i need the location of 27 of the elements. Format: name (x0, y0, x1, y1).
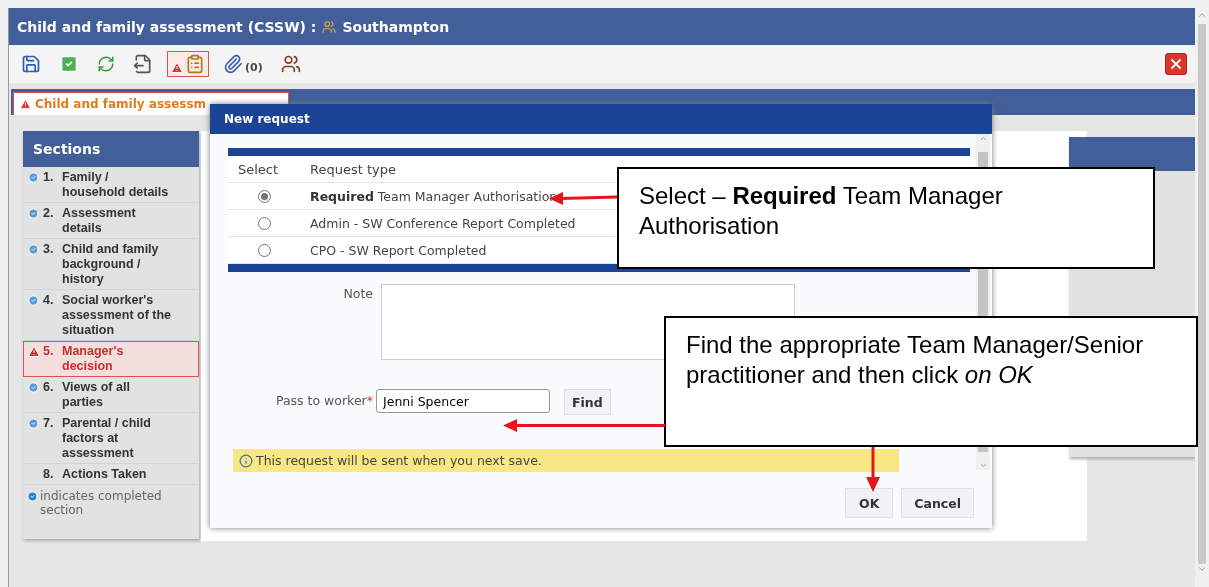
attachments-button[interactable]: (0) (219, 51, 267, 77)
worker-field[interactable]: Jenni Spencer (376, 389, 550, 413)
cancel-button[interactable]: Cancel (901, 488, 974, 518)
section-item[interactable]: 6. Views of all parties (23, 377, 199, 413)
dialog-title: New request (210, 104, 992, 134)
window-title: Child and family assessment (CSSW) : (17, 18, 317, 35)
section-item[interactable]: 8. Actions Taken (23, 464, 199, 485)
section-item[interactable]: 3. Child and family background / history (23, 239, 199, 290)
ok-button[interactable]: OK (845, 488, 894, 518)
request-type-cell: CPO - SW Report Completed (310, 242, 487, 258)
find-button[interactable]: Find (564, 389, 611, 415)
location-name: Southampton (342, 18, 450, 35)
instruction-tooltip: Find the appropriate Team Manager/Senior practitioner and then click on OK (664, 316, 1198, 447)
legend-text: indicates completed section (40, 489, 163, 517)
section-item[interactable]: 7. Parental / child factors at assessment (23, 413, 199, 464)
section-item[interactable]: 5. Manager's decision (23, 341, 199, 377)
section-item[interactable]: 2. Assessment details (23, 203, 199, 239)
column-header: Select (237, 161, 280, 177)
worker-label: Pass to worker* (274, 392, 373, 408)
request-type-cell: Admin - SW Conference Report Completed (310, 215, 576, 231)
column-header: Request type (309, 161, 397, 177)
section-item[interactable]: 1. Family / household details (23, 167, 199, 203)
request-type-cell: Required Team Manager Authorisation (310, 188, 558, 204)
panel-title: Sections (23, 131, 199, 167)
instruction-tooltip: Select – Required Team Manager Authorisation (617, 167, 1155, 269)
note-label: Note (342, 285, 373, 301)
info-text: This request will be sent when you next save. (256, 453, 542, 468)
